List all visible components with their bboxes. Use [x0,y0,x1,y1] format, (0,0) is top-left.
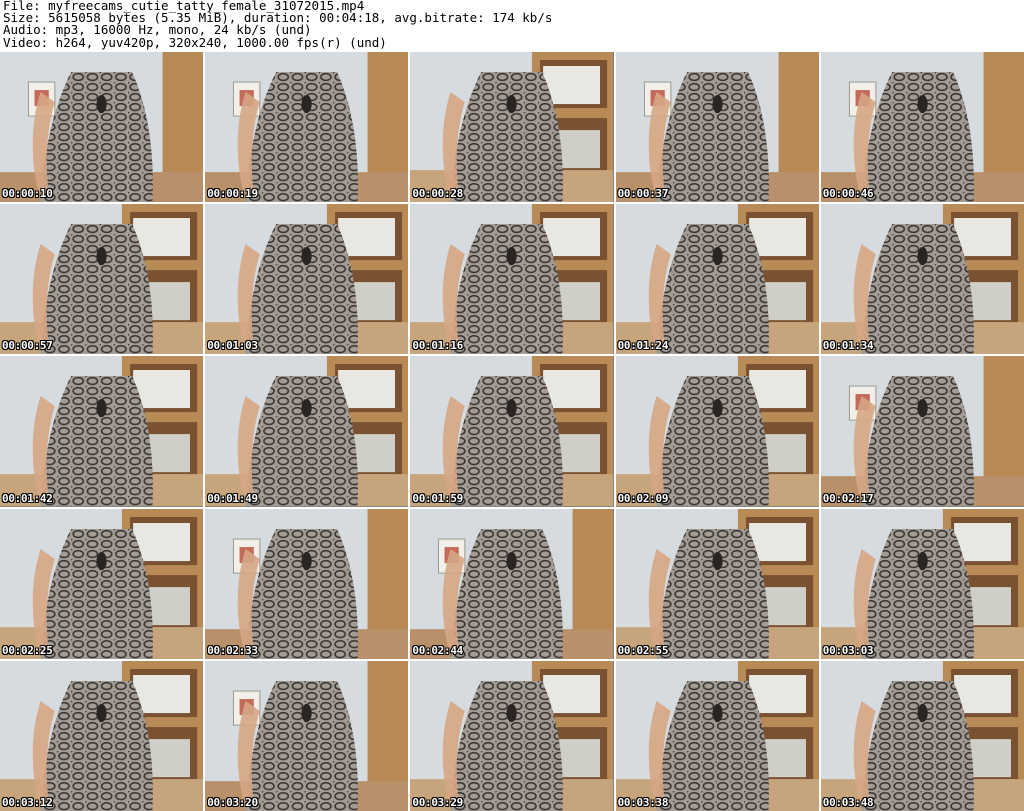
thumbnail-timestamp: 00:03:48 [822,795,874,809]
thumbnail-timestamp: 00:00:46 [822,187,874,201]
thumbnail-timestamp: 00:01:42 [2,491,53,505]
file-info-header: File: myfreecams_cutie_tatty_female_3107… [3,0,1021,52]
thumbnail-timestamp: 00:00:37 [617,187,669,201]
thumbnail-timestamp: 00:01:03 [207,339,258,353]
thumbnail-timestamp: 00:00:19 [207,187,258,201]
thumbnail-timestamp: 00:01:16 [412,339,463,353]
video-thumbnail: 00:02:09 [615,356,819,507]
thumbnail-timestamp: 00:03:03 [822,643,874,657]
video-thumbnail: 00:03:12 [0,660,204,811]
video-thumbnail: 00:00:46 [820,52,1024,203]
video-thumbnail: 00:00:57 [0,204,204,355]
video-thumbnail: 00:00:19 [205,52,409,203]
thumbnail-timestamp: 00:00:10 [2,187,53,201]
video-thumbnail: 00:01:59 [410,356,614,507]
video-thumbnail: 00:03:38 [615,660,819,811]
video-thumbnail: 00:03:20 [205,660,409,811]
thumbnail-timestamp: 00:01:49 [207,491,258,505]
video-thumbnail: 00:01:42 [0,356,204,507]
thumbnail-timestamp: 00:00:28 [412,187,463,201]
thumbnail-timestamp: 00:02:25 [2,643,53,657]
thumbnail-timestamp: 00:01:34 [822,339,874,353]
thumbnail-grid: 00:00:10 00:00:19 00:00:28 00:00:37 00:0… [0,52,1024,811]
video-thumbnail: 00:01:03 [205,204,409,355]
video-thumbnail: 00:03:29 [410,660,614,811]
thumbnail-timestamp: 00:00:57 [2,339,53,353]
video-thumbnail: 00:01:49 [205,356,409,507]
thumbnail-timestamp: 00:01:24 [617,339,669,353]
video-thumbnail: 00:01:34 [820,204,1024,355]
video-thumbnail: 00:02:25 [0,508,204,659]
video-thumbnail: 00:02:33 [205,508,409,659]
thumbnail-timestamp: 00:03:20 [207,795,258,809]
video-thumbnail: 00:02:17 [820,356,1024,507]
video-thumbnail: 00:00:10 [0,52,204,203]
thumbnail-timestamp: 00:03:12 [2,795,53,809]
video-thumbnail: 00:01:24 [615,204,819,355]
thumbnail-timestamp: 00:02:33 [207,643,258,657]
video-thumbnail: 00:02:55 [615,508,819,659]
thumbnail-timestamp: 00:03:38 [617,795,669,809]
thumbnail-timestamp: 00:02:44 [412,643,463,657]
thumbnail-timestamp: 00:03:29 [412,795,463,809]
video-thumbnail: 00:00:28 [410,52,614,203]
video-info-line: Video: h264, yuv420p, 320x240, 1000.00 f… [3,34,387,50]
video-thumbnail: 00:02:44 [410,508,614,659]
thumbnail-timestamp: 00:02:17 [822,491,874,505]
thumbnail-timestamp: 00:02:55 [617,643,669,657]
thumbnail-timestamp: 00:02:09 [617,491,669,505]
thumbnail-timestamp: 00:01:59 [412,491,463,505]
video-thumbnail: 00:03:48 [820,660,1024,811]
video-thumbnail: 00:03:03 [820,508,1024,659]
video-thumbnail: 00:00:37 [615,52,819,203]
video-thumbnail: 00:01:16 [410,204,614,355]
